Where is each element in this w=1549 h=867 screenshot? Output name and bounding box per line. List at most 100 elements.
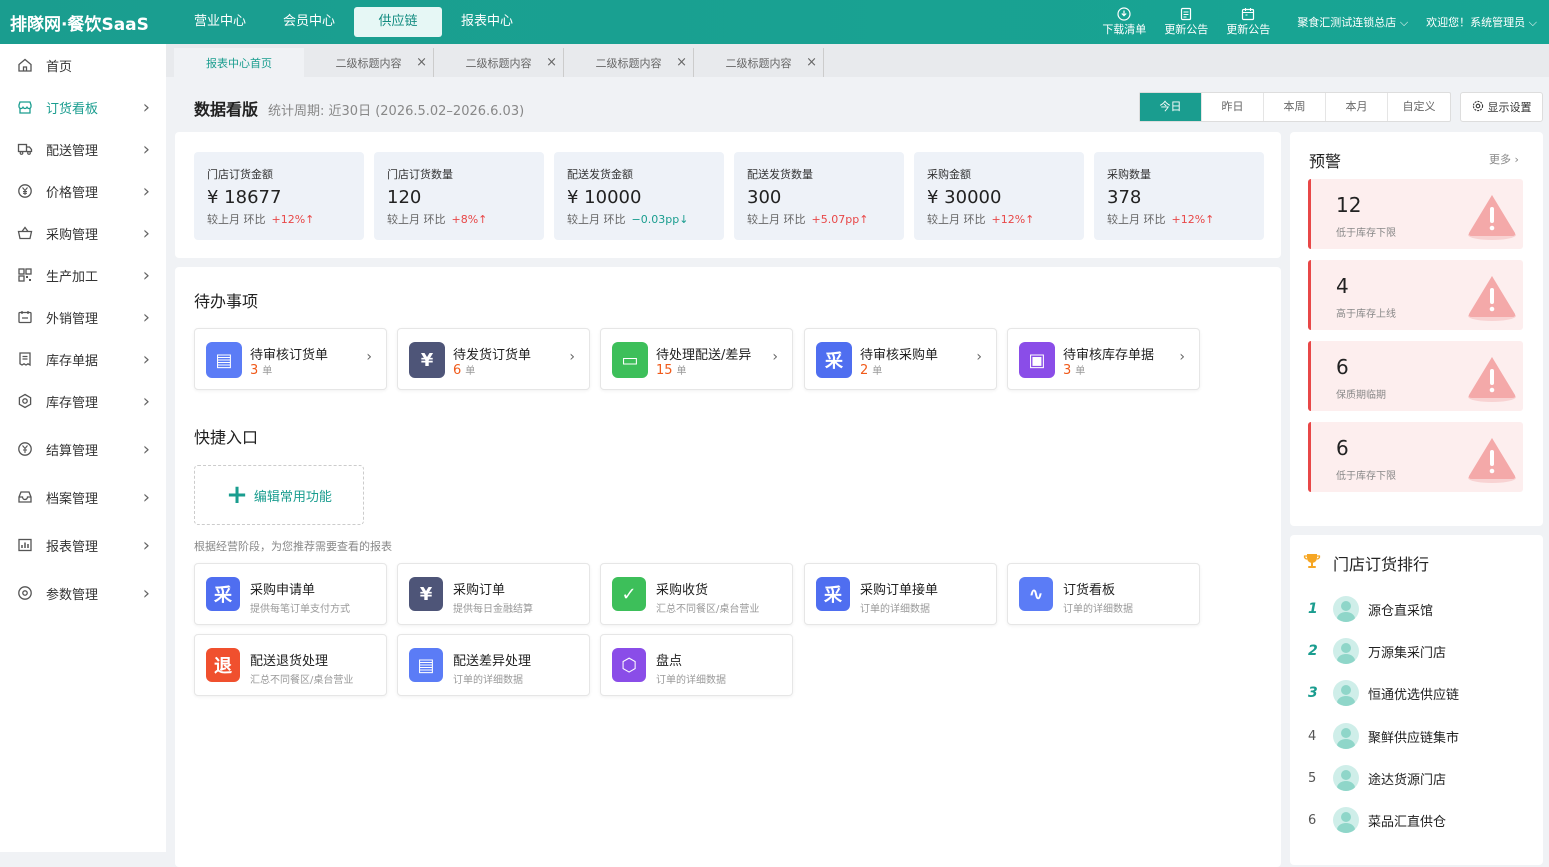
sidebar-item-2[interactable]: 配送管理 › — [0, 128, 166, 170]
plus-icon: + — [226, 480, 248, 510]
tab-report-home[interactable]: 报表中心首页 — [174, 48, 304, 77]
top-nav-reports[interactable]: 报表中心 — [443, 7, 531, 37]
sidebar-item-4[interactable]: 采购管理 › — [0, 212, 166, 254]
todo-card[interactable]: ▤ 待审核订货单 3 单 › — [194, 328, 387, 390]
sidebar-item-10[interactable]: 档案管理 › — [0, 476, 166, 518]
todo-title: 待办事项 — [194, 292, 259, 311]
quick-label: 配送退货处理 — [250, 654, 329, 669]
range-custom[interactable]: 自定义 — [1388, 93, 1450, 121]
top-nav-supply-chain[interactable]: 供应链 — [354, 7, 442, 37]
store-icon — [16, 98, 34, 116]
edit-common-functions-button[interactable]: + 编辑常用功能 — [194, 465, 364, 525]
sidebar-item-label: 生产加工 — [46, 269, 99, 285]
download-list-button[interactable]: 下载清单 — [1093, 7, 1155, 37]
page-tabs: 报表中心首页 二级标题内容 × 二级标题内容 × 二级标题内容 × 二级标题内容 × — [166, 44, 1549, 77]
quick-entry[interactable]: 退配送退货处理 汇总不同餐区/桌台营业 — [194, 634, 387, 696]
quick-label: 盘点 — [656, 654, 683, 669]
rank-row[interactable]: 1 源仓直采馆 — [1305, 594, 1535, 624]
range-week[interactable]: 本周 — [1264, 93, 1326, 121]
sidebar-item-3[interactable]: 价格管理 › — [0, 170, 166, 212]
todo-card[interactable]: ▣ 待审核库存单据 3 单 › — [1007, 328, 1200, 390]
close-icon[interactable]: × — [546, 55, 557, 70]
range-today[interactable]: 今日 — [1140, 93, 1202, 121]
quick-entry[interactable]: ∿ 订货看板 订单的详细数据 — [1007, 563, 1200, 625]
sidebar: 首页 订货看板 › 配送管理 › 价格管理 › 采购管理 › 生产加工 › 外销管理 › 库存单据 › 库存管… — [0, 44, 166, 852]
quick-entry[interactable]: ¥ 采购订单 提供每日金融结算 — [397, 563, 590, 625]
shipping-box-icon: ¥ — [409, 342, 445, 378]
warnings-more-link[interactable]: 更多 › — [1489, 151, 1519, 167]
tab-secondary-3[interactable]: 二级标题内容 × — [564, 48, 694, 77]
sidebar-item-1[interactable]: 订货看板 › — [0, 86, 166, 128]
chevron-right-icon: › — [142, 390, 150, 412]
metric-label: 配送发货金额 — [567, 168, 633, 181]
store-name: 恒通优选供应链 — [1368, 687, 1460, 703]
quick-entry[interactable]: ✓ 采购收货 汇总不同餐区/桌台营业 — [600, 563, 793, 625]
close-icon[interactable]: × — [676, 55, 687, 70]
org-select[interactable]: 聚食汇测试连锁总店 ⌵ — [1297, 14, 1408, 30]
quick-entry[interactable]: 采采购订单接单 订单的详细数据 — [804, 563, 997, 625]
warning-card[interactable]: 4 高于库存上线 — [1308, 260, 1523, 330]
rank-row[interactable]: 2 万源集采门店 — [1305, 636, 1535, 666]
sidebar-item-8[interactable]: 库存管理 › — [0, 380, 166, 422]
quick-title: 快捷入口 — [194, 428, 259, 447]
purchase-order-icon: ¥ — [409, 577, 443, 611]
metric-change: +5.07pp↑ — [811, 213, 869, 226]
rank-row[interactable]: 4 聚鲜供应链集市 — [1305, 721, 1535, 751]
sidebar-item-11[interactable]: 报表管理 › — [0, 524, 166, 566]
close-icon[interactable]: × — [806, 55, 817, 70]
range-month[interactable]: 本月 — [1326, 93, 1388, 121]
metric-card: 门店订货数量 120 较上月 环比 +8%↑ — [374, 152, 544, 240]
warning-card[interactable]: 6 保质期临期 — [1308, 341, 1523, 411]
quick-sub: 提供每日金融结算 — [453, 604, 533, 615]
quick-sub: 汇总不同餐区/桌台营业 — [250, 675, 354, 686]
sidebar-item-0[interactable]: 首页 — [0, 44, 166, 86]
quick-entry[interactable]: ⬡ 盘点 订单的详细数据 — [600, 634, 793, 696]
top-nav-revenue[interactable]: 营业中心 — [176, 7, 264, 37]
chevron-right-icon: › — [142, 306, 150, 328]
update-notice-button-2[interactable]: 更新公告 — [1217, 7, 1279, 37]
rank-row[interactable]: 6 菜品汇直供仓 — [1305, 805, 1535, 835]
user-menu[interactable]: 欢迎您！系统管理员 ⌵ — [1426, 14, 1537, 30]
calendar-icon — [1217, 7, 1279, 23]
quick-entry[interactable]: ▤ 配送差异处理 订单的详细数据 — [397, 634, 590, 696]
avatar — [1333, 765, 1359, 791]
sidebar-item-label: 价格管理 — [46, 185, 99, 201]
todo-card[interactable]: 采待审核采购单 2 单 › — [804, 328, 997, 390]
warning-label: 低于库存下限 — [1336, 228, 1396, 239]
rank-row[interactable]: 3 恒通优选供应链 — [1305, 678, 1535, 708]
warning-card[interactable]: 12 低于库存下限 — [1308, 179, 1523, 249]
sidebar-item-7[interactable]: 库存单据 › — [0, 338, 166, 380]
todo-card[interactable]: ▭ 待处理配送/差异 15 单 › — [600, 328, 793, 390]
warning-card[interactable]: 6 低于库存下限 — [1308, 422, 1523, 492]
rank-row[interactable]: 5 途达货源门店 — [1305, 763, 1535, 793]
tab-secondary-2[interactable]: 二级标题内容 × — [434, 48, 564, 77]
todo-card[interactable]: ¥ 待发货订货单 6 单 › — [397, 328, 590, 390]
top-nav-members[interactable]: 会员中心 — [265, 7, 353, 37]
close-icon[interactable]: × — [416, 55, 427, 70]
order-accept-icon: 采 — [816, 577, 850, 611]
top-actions: 下载清单 更新公告 更新公告 聚食汇测试连锁总店 ⌵ 欢迎您！系统管理员 ⌵ — [1093, 0, 1549, 44]
tab-secondary-1[interactable]: 二级标题内容 × — [304, 48, 434, 77]
metric-card: 门店订货金额 ¥ 18677 较上月 环比 +12%↑ — [194, 152, 364, 240]
chevron-right-icon: › — [366, 349, 372, 365]
quick-entry[interactable]: 采采购申请单 提供每笔订单支付方式 — [194, 563, 387, 625]
sidebar-item-5[interactable]: 生产加工 › — [0, 254, 166, 296]
tab-secondary-4[interactable]: 二级标题内容 × — [694, 48, 824, 77]
rank-number: 6 — [1308, 812, 1317, 828]
sidebar-item-9[interactable]: 结算管理 › — [0, 428, 166, 470]
inbox-icon — [16, 488, 34, 506]
sidebar-item-6[interactable]: 外销管理 › — [0, 296, 166, 338]
range-yesterday[interactable]: 昨日 — [1202, 93, 1264, 121]
settings-icon — [16, 584, 34, 602]
update-notice-button[interactable]: 更新公告 — [1155, 7, 1217, 37]
sidebar-item-label: 采购管理 — [46, 227, 99, 243]
arrow-up-icon: ↑ — [305, 213, 315, 226]
display-settings-button[interactable]: 显示设置 — [1460, 92, 1543, 122]
sidebar-item-label: 档案管理 — [46, 491, 99, 507]
app-logo[interactable]: 排隊网·餐饮SaaS — [0, 10, 166, 35]
avatar — [1333, 680, 1359, 706]
sidebar-item-12[interactable]: 参数管理 › — [0, 572, 166, 614]
quick-sub: 提供每笔订单支付方式 — [250, 604, 350, 615]
chevron-right-icon: › — [142, 96, 150, 118]
dashboard-header: 数据看版 统计周期: 近30日 (2026.5.02–2026.6.03) — [194, 96, 524, 120]
